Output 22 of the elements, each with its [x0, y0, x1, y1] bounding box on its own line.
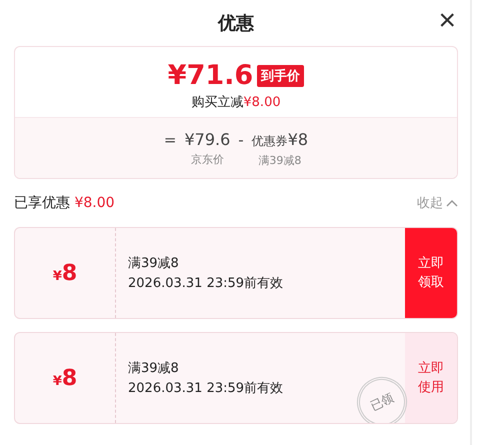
collapse-button[interactable]: 收起 — [417, 194, 458, 212]
coupon-validity: 2026.03.31 23:59前有效 — [128, 275, 284, 292]
coupon-validity: 2026.03.31 23:59前有效 — [128, 380, 284, 397]
final-price: ¥71.6 — [168, 59, 254, 93]
operator-sign: = — [164, 130, 176, 151]
chevron-up-icon — [446, 199, 458, 207]
price-badge: 到手价 — [257, 65, 304, 87]
coupon-action-button[interactable]: 立即领取 — [405, 228, 457, 318]
coupon-amount: ¥8 — [52, 366, 78, 390]
enjoyed-discount-text: 已享优惠 ¥8.00 — [14, 194, 115, 212]
coupon-amount: ¥8 — [52, 260, 78, 286]
close-button[interactable]: × — [438, 6, 456, 36]
amount-caption: 京东价 — [190, 152, 224, 167]
coupon-condition: 满39减8 — [128, 360, 180, 377]
amount-caption: 满39减8 — [258, 153, 302, 168]
operator-sign: - — [238, 130, 244, 151]
amount-text: ¥79.6 — [184, 129, 230, 151]
coupon-condition: 满39减8 — [128, 255, 180, 272]
saving-text: 购买立减¥8.00 — [191, 94, 281, 111]
amount-text: 优惠券¥8 — [252, 129, 308, 151]
coupon-action-button[interactable]: 立即使用 — [405, 333, 457, 423]
dialog-title: 优惠 — [218, 12, 254, 35]
